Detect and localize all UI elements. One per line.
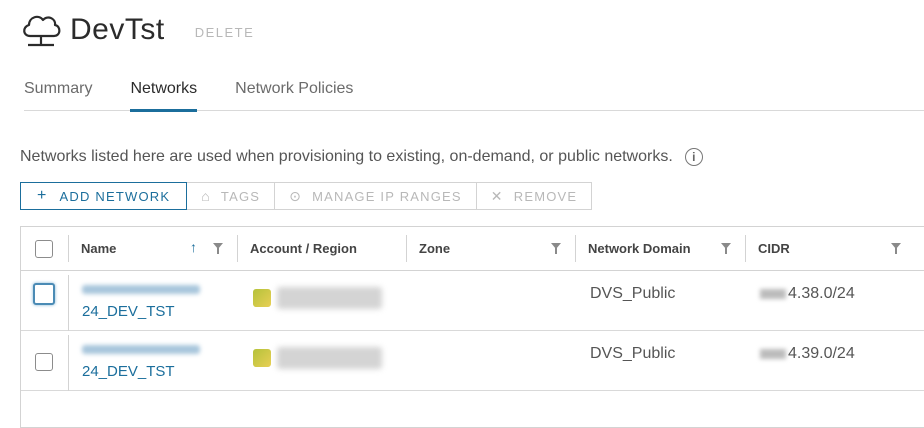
filter-icon[interactable] <box>213 243 223 254</box>
tab-bar: Summary Networks Network Policies <box>24 76 924 112</box>
tag-icon: ⌂ <box>201 188 211 204</box>
row-checkbox[interactable] <box>35 353 53 371</box>
cloud-account-icon <box>253 289 271 307</box>
redacted-cidr <box>760 289 786 299</box>
tab-networks[interactable]: Networks <box>130 76 198 112</box>
network-name-link[interactable]: 24_DEV_TST <box>82 363 175 380</box>
column-header-account-region[interactable]: Account / Region <box>237 227 406 270</box>
redacted-account <box>277 287 382 309</box>
tags-label: TAGS <box>220 188 261 204</box>
remove-button[interactable]: ✕ REMOVE <box>476 182 593 210</box>
filter-icon[interactable] <box>891 243 901 254</box>
manage-ip-ranges-label: MANAGE IP RANGES <box>312 188 462 204</box>
filter-icon[interactable] <box>721 243 731 254</box>
add-network-label: ADD NETWORK <box>59 188 171 204</box>
network-name-cell: 24_DEV_TST <box>68 335 237 391</box>
network-name-cell: 24_DEV_TST <box>68 275 237 331</box>
column-header-name[interactable]: Name ↑ <box>68 227 237 270</box>
page-title: DevTst <box>70 13 165 46</box>
info-icon[interactable]: i <box>684 148 703 166</box>
redacted-cidr <box>760 349 786 359</box>
column-header-cidr[interactable]: CIDR <box>745 227 915 270</box>
row-checkbox[interactable] <box>33 283 55 305</box>
select-all-cell <box>21 227 68 270</box>
network-domain-cell: DVS_Public <box>590 345 676 362</box>
page-header: DevTst DELETE <box>20 10 254 50</box>
table-header: Name ↑ Account / Region Zone Network Dom… <box>21 227 924 271</box>
filter-icon[interactable] <box>551 243 561 254</box>
cidr-cell: 4.39.0/24 <box>745 331 915 363</box>
plus-icon: + <box>37 187 48 204</box>
networks-table: Name ↑ Account / Region Zone Network Dom… <box>20 226 924 428</box>
column-header-network-domain[interactable]: Network Domain <box>575 227 745 270</box>
column-header-zone[interactable]: Zone <box>406 227 575 270</box>
cloud-icon <box>23 15 61 47</box>
add-network-button[interactable]: + ADD NETWORK <box>20 182 188 210</box>
redacted-account <box>277 347 382 369</box>
close-icon: ✕ <box>490 187 504 204</box>
delete-button[interactable]: DELETE <box>195 25 255 40</box>
tab-network-policies[interactable]: Network Policies <box>235 76 353 109</box>
table-row[interactable]: 24_DEV_TST DVS_Public 4.39.0/24 <box>21 331 924 391</box>
location-pin-icon: ⊙ <box>289 187 303 204</box>
tab-summary[interactable]: Summary <box>24 76 92 109</box>
account-region-cell <box>237 331 406 369</box>
remove-label: REMOVE <box>513 188 578 204</box>
row-select-cell <box>21 271 68 305</box>
redacted-name <box>82 345 200 354</box>
row-select-cell <box>21 331 68 371</box>
sort-ascending-icon[interactable]: ↑ <box>190 239 197 255</box>
network-domain-cell: DVS_Public <box>590 285 676 302</box>
network-toolbar: + ADD NETWORK ⌂ TAGS ⊙ MANAGE IP RANGES … <box>20 182 593 210</box>
redacted-name <box>82 285 200 294</box>
cloud-account-icon <box>253 349 271 367</box>
description-text: Networks listed here are used when provi… <box>20 148 673 165</box>
select-all-checkbox[interactable] <box>35 239 53 258</box>
manage-ip-ranges-button[interactable]: ⊙ MANAGE IP RANGES <box>275 182 477 210</box>
account-region-cell <box>237 271 406 309</box>
cidr-cell: 4.38.0/24 <box>745 271 915 303</box>
tags-button[interactable]: ⌂ TAGS <box>187 182 276 210</box>
table-row[interactable]: 24_DEV_TST DVS_Public 4.38.0/24 <box>21 271 924 331</box>
network-name-link[interactable]: 24_DEV_TST <box>82 303 175 320</box>
networks-description: Networks listed here are used when provi… <box>20 148 703 166</box>
